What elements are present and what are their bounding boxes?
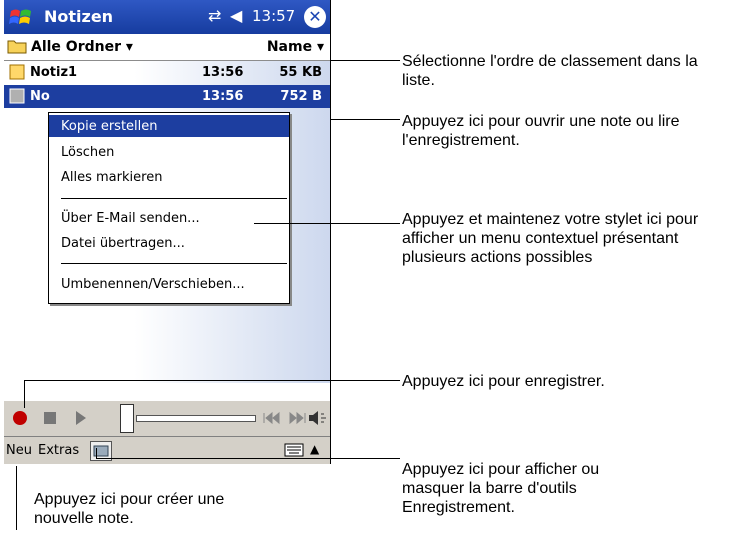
new-button[interactable]: Neu xyxy=(6,443,32,458)
keyboard-icon[interactable] xyxy=(284,443,304,457)
menu-item-label: Löschen xyxy=(61,145,115,160)
command-bar: Neu Extras ▲ xyxy=(4,436,330,464)
list-item[interactable]: Notiz1 13:56 55 KB xyxy=(4,61,330,84)
menu-item-label: Kopie erstellen xyxy=(61,119,158,134)
menu-item-copy[interactable]: Kopie erstellen xyxy=(49,115,289,137)
menu-item-beam[interactable]: Datei übertragen... xyxy=(49,232,289,254)
note-size: 55 KB xyxy=(279,65,322,80)
recording-toolbar xyxy=(4,400,330,437)
menu-item-label: Alles markieren xyxy=(61,170,163,185)
callout-line-record-drop xyxy=(24,380,25,408)
menu-separator xyxy=(61,263,287,264)
menu-item-delete[interactable]: Löschen xyxy=(49,141,289,163)
callout-record: Appuyez ici pour enregistrer. xyxy=(402,373,605,390)
callout-open: Appuyez ici pour ouvrir une note ou lire… xyxy=(402,113,680,149)
callout-new: Appuyez ici pour créer une nouvelle note… xyxy=(34,491,225,527)
skip-back-icon[interactable] xyxy=(258,405,286,431)
callout-line-new xyxy=(16,466,17,530)
clock[interactable]: 13:57 xyxy=(252,7,295,25)
folder-icon xyxy=(7,40,27,54)
note-size: 752 B xyxy=(280,89,322,104)
pocketpc-screen: Notizen ⇄ ◀ 13:57 ✕ Alle Ordner ▾ Name ▾… xyxy=(4,0,331,464)
play-icon[interactable] xyxy=(66,405,94,431)
chevron-down-icon: ▾ xyxy=(125,39,133,55)
folder-label: Alle Ordner xyxy=(31,39,121,55)
input-selector-arrow-icon[interactable]: ▲ xyxy=(310,442,319,456)
note-time: 13:56 xyxy=(202,89,244,104)
note-icon xyxy=(9,64,25,80)
note-name: Notiz1 xyxy=(30,65,78,80)
menu-item-label: Über E-Mail senden... xyxy=(61,211,200,226)
sort-dropdown[interactable]: Name ▾ xyxy=(267,39,324,55)
folder-dropdown[interactable]: Alle Ordner ▾ xyxy=(31,39,133,55)
title-bar: Notizen ⇄ ◀ 13:57 ✕ xyxy=(4,0,330,34)
menu-item-rename[interactable]: Umbenennen/Verschieben... xyxy=(49,273,289,295)
context-menu: Kopie erstellen Löschen Alles markieren … xyxy=(48,112,290,304)
callout-line-toggle xyxy=(96,458,400,459)
speaker-icon[interactable]: ◀ xyxy=(230,6,242,25)
connectivity-icon[interactable]: ⇄ xyxy=(208,6,221,25)
callout-line-open xyxy=(330,119,400,120)
callout-sort: Sélectionne l'ordre de classement dans l… xyxy=(402,53,698,89)
callout-hold: Appuyez et maintenez votre stylet ici po… xyxy=(402,211,699,266)
folder-bar: Alle Ordner ▾ Name ▾ xyxy=(4,34,330,61)
menu-item-email[interactable]: Über E-Mail senden... xyxy=(49,207,289,229)
menu-item-select-all[interactable]: Alles markieren xyxy=(49,166,289,188)
callout-line-sort xyxy=(330,60,400,61)
callout-line-record xyxy=(24,380,400,381)
menu-item-label: Umbenennen/Verschieben... xyxy=(61,277,245,292)
menu-item-label: Datei übertragen... xyxy=(61,236,185,251)
note-time: 13:56 xyxy=(202,65,244,80)
position-slider-thumb[interactable] xyxy=(120,404,134,433)
windows-start-icon[interactable] xyxy=(8,3,36,31)
callout-line-hold xyxy=(254,223,400,224)
recording-note-icon xyxy=(9,88,25,104)
stop-icon[interactable] xyxy=(36,405,64,431)
menu-separator xyxy=(61,198,287,199)
app-title: Notizen xyxy=(44,7,114,26)
sort-label: Name xyxy=(266,39,313,55)
callout-line-toggle-rise xyxy=(96,448,97,458)
note-name: No xyxy=(30,89,50,104)
extras-menu[interactable]: Extras xyxy=(38,443,79,458)
callout-toggle: Appuyez ici pour afficher ou masquer la … xyxy=(402,461,600,516)
list-item-selected[interactable]: No 13:56 752 B xyxy=(4,85,330,108)
volume-icon[interactable] xyxy=(304,405,331,431)
record-icon[interactable] xyxy=(6,405,34,431)
chevron-down-icon: ▾ xyxy=(316,39,324,55)
close-icon[interactable]: ✕ xyxy=(304,6,326,28)
position-slider-track[interactable] xyxy=(136,415,256,422)
